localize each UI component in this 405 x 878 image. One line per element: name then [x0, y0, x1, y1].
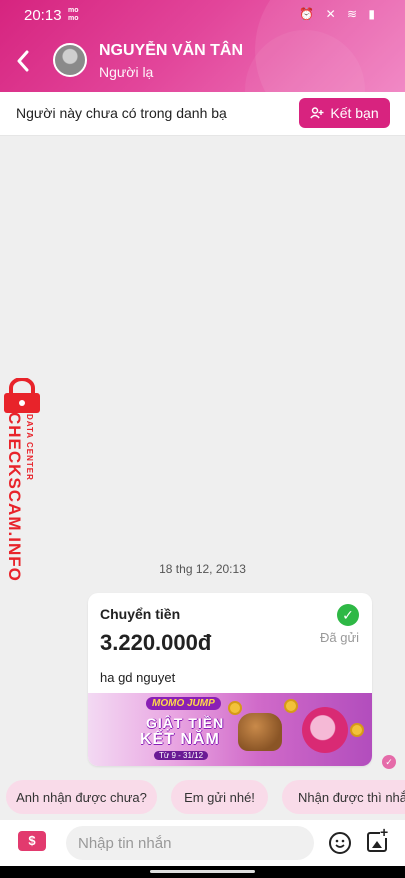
status-icons: ⏰ ✕ ≋ ▮ — [299, 7, 379, 21]
message-composer: $ + — [0, 820, 405, 866]
chevron-left-icon — [17, 50, 29, 72]
watermark-subtext: DATA CENTER — [25, 414, 34, 481]
banner-logo: MOMO JUMP — [146, 697, 221, 710]
money-transfer-card[interactable]: Chuyển tiền 3.220.000đ ha gd nguyet ✓ Đã… — [88, 593, 372, 766]
send-money-button[interactable]: $ — [18, 831, 46, 851]
system-nav-bar — [0, 866, 405, 878]
chat-header: 20:13 mo mo ⏰ ✕ ≋ ▮ NGUYỄN VĂN TÂN Người … — [0, 0, 405, 92]
check-circle-icon: ✓ — [337, 604, 359, 626]
transfer-amount: 3.220.000đ — [100, 630, 212, 655]
quick-reply-chip[interactable]: Em gửi nhé! — [171, 780, 268, 814]
transfer-status: Đã gửi — [320, 630, 360, 645]
status-bar: 20:13 mo mo ⏰ ✕ ≋ ▮ — [0, 0, 405, 30]
emoji-button[interactable] — [329, 832, 351, 854]
money-bag-icon — [238, 713, 282, 751]
smiley-icon — [335, 839, 345, 848]
banner-headline-2: KẾT NĂM — [140, 731, 220, 748]
seen-avatar-icon: ✓ — [382, 755, 396, 769]
contact-name[interactable]: NGUYỄN VĂN TÂN — [99, 42, 243, 60]
home-indicator[interactable] — [150, 870, 255, 873]
coin-icon — [228, 701, 242, 715]
watermark-text: CHECKSCAM.INFO — [5, 412, 24, 582]
add-user-icon — [310, 107, 324, 119]
lock-icon — [4, 378, 40, 413]
transfer-note: ha gd nguyet — [100, 670, 176, 685]
quick-reply-chip[interactable]: Anh nhận được chưa? — [6, 780, 157, 814]
promo-banner[interactable]: MOMO JUMP GIẬT TIỀN KẾT NĂM Từ 9 - 31/12 — [88, 693, 372, 766]
momo-badge-icon: mo mo — [68, 7, 79, 22]
coin-icon — [284, 699, 298, 713]
message-timestamp: 18 thg 12, 20:13 — [159, 562, 246, 576]
add-friend-button[interactable]: Kết bạn — [299, 98, 390, 128]
coin-icon — [350, 723, 364, 737]
not-in-contacts-bar: Người này chưa có trong danh bạ Kết bạn — [0, 92, 405, 136]
mascot-icon — [302, 707, 348, 753]
back-button[interactable] — [16, 46, 42, 76]
not-in-contacts-text: Người này chưa có trong danh bạ — [16, 105, 227, 121]
quick-reply-chip[interactable]: Nhận được thì nhắn — [282, 780, 405, 814]
banner-dates: Từ 9 - 31/12 — [154, 751, 209, 760]
contact-status: Người lạ — [99, 64, 154, 80]
plus-icon: + — [380, 824, 389, 840]
add-friend-label: Kết bạn — [330, 105, 379, 121]
avatar[interactable] — [53, 43, 87, 77]
message-input[interactable] — [66, 826, 314, 860]
status-time: 20:13 — [24, 7, 62, 24]
banner-headline: GIẬT TIỀN — [146, 715, 225, 731]
transfer-title: Chuyển tiền — [100, 606, 181, 622]
